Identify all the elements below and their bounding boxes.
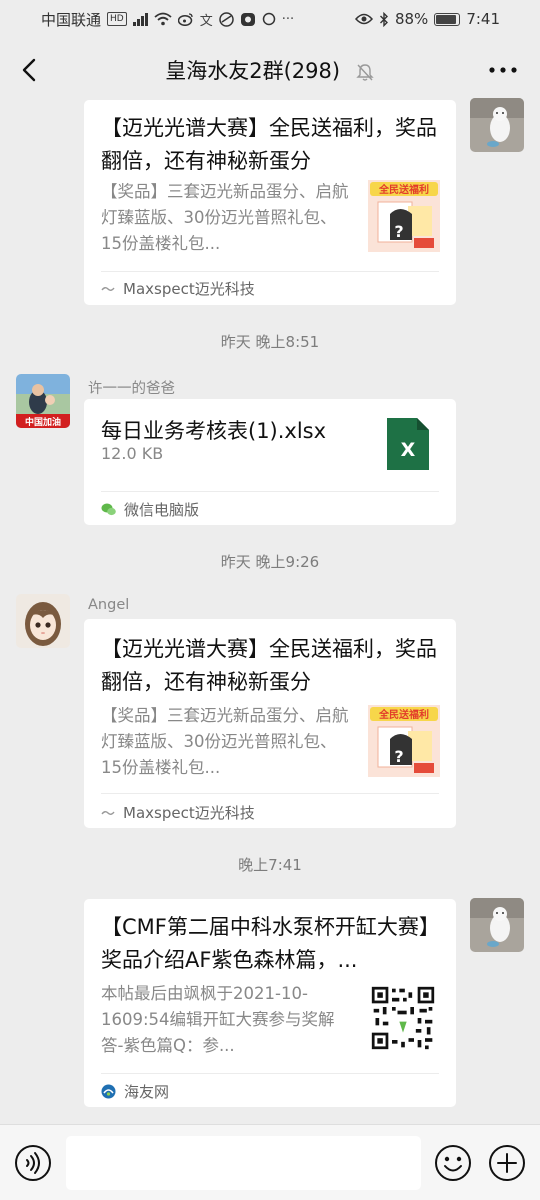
source-name: 海友网 xyxy=(124,1083,170,1101)
svg-text:全民送福利: 全民送福利 xyxy=(378,708,429,721)
clock: 7:41 xyxy=(466,10,500,28)
signal-icon xyxy=(132,12,148,26)
card-divider xyxy=(101,271,439,272)
eye-icon xyxy=(354,13,373,25)
timestamp: 昨天 晚上9:26 xyxy=(220,553,320,571)
wifi-icon xyxy=(154,12,172,26)
maxspect-logo-icon xyxy=(101,286,115,291)
source-name: Maxspect迈光科技 xyxy=(123,280,255,298)
emoji-icon[interactable] xyxy=(434,1144,472,1182)
status-bar: 中国联通 HD 文 ··· 88% 7:41 xyxy=(0,0,540,38)
svg-text:?: ? xyxy=(394,222,403,241)
source-name: Maxspect迈光科技 xyxy=(123,804,255,822)
card-title: 【CMF第二届中科水泵杯开缸大赛】奖品介绍AF紫色森林篇，... xyxy=(101,915,440,972)
card-source: Maxspect迈光科技 xyxy=(101,278,255,299)
hd-badge: HD xyxy=(107,12,127,26)
timestamp: 昨天 晚上8:51 xyxy=(220,333,320,351)
card-source: Maxspect迈光科技 xyxy=(101,802,255,823)
sender-avatar[interactable]: 中国加油 xyxy=(16,374,70,428)
svg-text:全民送福利: 全民送福利 xyxy=(378,183,429,196)
sender-name: 许一一的爸爸 xyxy=(88,381,175,397)
haiyou-logo-icon xyxy=(101,1084,116,1099)
app-notification-icon xyxy=(218,11,234,27)
card-source: 微信电脑版 xyxy=(101,499,199,520)
wechat-icon xyxy=(101,503,116,516)
card-title: 【迈光光谱大赛】全民送福利，奖品翻倍，还有神秘新蛋分 xyxy=(101,637,437,694)
excel-file-icon: X xyxy=(387,418,429,470)
more-notifications-icon: ··· xyxy=(281,11,295,27)
sender-name: Angel xyxy=(88,597,130,613)
shared-link-card[interactable]: 【CMF第二届中科水泵杯开缸大赛】奖品介绍AF紫色森林篇，... 本帖最后由飒枫… xyxy=(84,899,456,1107)
file-name: 每日业务考核表(1).xlsx xyxy=(101,419,327,443)
card-title: 【迈光光谱大赛】全民送福利，奖品翻倍，还有神秘新蛋分 xyxy=(101,116,437,173)
status-left: 中国联通 HD 文 ··· xyxy=(41,9,294,30)
card-description: 【奖品】三套迈光新品蛋分、启航灯臻蓝版、30份迈光普照礼包、15份盖楼礼包... xyxy=(101,706,349,777)
file-size: 12.0 KB xyxy=(101,444,164,463)
shared-link-card[interactable]: 【迈光光谱大赛】全民送福利，奖品翻倍，还有神秘新蛋分 【奖品】三套迈光新品蛋分、… xyxy=(84,619,456,828)
shared-link-card[interactable]: 【迈光光谱大赛】全民送福利，奖品翻倍，还有神秘新蛋分 【奖品】三套迈光新品蛋分、… xyxy=(84,100,456,305)
loading-circle-icon xyxy=(262,12,275,26)
carrier-label: 中国联通 xyxy=(41,10,102,29)
card-source: 海友网 xyxy=(101,1081,169,1102)
plus-icon[interactable] xyxy=(488,1144,526,1182)
my-avatar[interactable] xyxy=(470,898,524,952)
avatar-caption: 中国加油 xyxy=(25,416,61,428)
promo-thumbnail: 全民送福利 ? xyxy=(368,180,440,252)
status-right: 88% 7:41 xyxy=(354,10,500,28)
battery-percent: 88% xyxy=(394,10,429,28)
card-divider xyxy=(101,793,439,794)
sender-avatar[interactable] xyxy=(16,594,70,648)
source-name: 微信电脑版 xyxy=(124,501,200,519)
app-notification-icon-2 xyxy=(240,12,255,26)
maxspect-logo-icon xyxy=(101,810,115,815)
weibo-icon xyxy=(177,13,193,26)
mute-bell-icon xyxy=(356,64,374,81)
message-input[interactable] xyxy=(66,1136,421,1190)
card-description: 【奖品】三套迈光新品蛋分、启航灯臻蓝版、30份迈光普照礼包、15份盖楼礼包... xyxy=(101,182,349,253)
svg-text:?: ? xyxy=(394,747,403,766)
my-avatar[interactable] xyxy=(470,98,524,152)
battery-icon xyxy=(434,12,461,26)
input-bar xyxy=(0,1124,540,1200)
promo-thumbnail: 全民送福利 ? xyxy=(368,705,440,777)
voice-input-icon[interactable] xyxy=(14,1144,52,1182)
card-divider xyxy=(101,491,439,492)
more-options-icon[interactable] xyxy=(488,60,518,80)
chat-title-wrap: 皇海水友2群(298) xyxy=(0,55,540,85)
svg-text:X: X xyxy=(401,439,416,461)
card-divider xyxy=(101,1073,439,1074)
qr-code-thumbnail xyxy=(370,985,436,1051)
file-message-card[interactable]: 每日业务考核表(1).xlsx 12.0 KB X 微信电脑版 xyxy=(84,399,456,525)
translate-icon: 文 xyxy=(199,13,213,29)
chat-title: 皇海水友2群(298) xyxy=(165,59,341,83)
chat-header: 皇海水友2群(298) xyxy=(0,38,540,100)
bluetooth-icon xyxy=(379,11,388,27)
timestamp: 晚上7:41 xyxy=(238,856,302,874)
card-description: 本帖最后由飒枫于2021-10-1609:54编辑开缸大赛参与奖解答-紫色篇Q：… xyxy=(101,984,335,1055)
